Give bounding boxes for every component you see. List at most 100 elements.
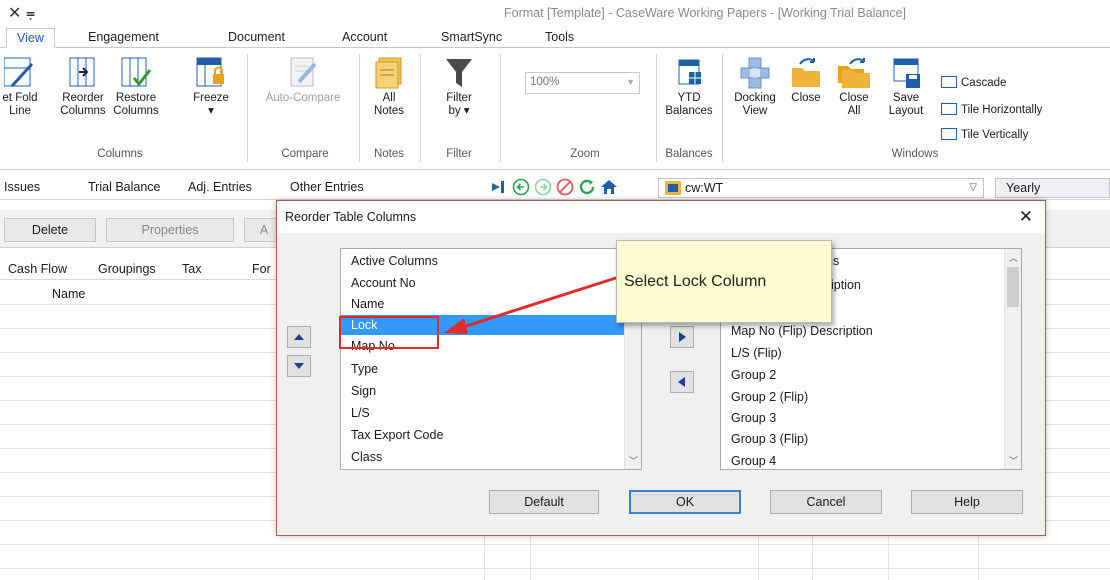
- nav-other-entries[interactable]: Other Entries: [290, 180, 364, 194]
- scrollbar[interactable]: ︿ ﹀: [1004, 249, 1021, 469]
- list-item[interactable]: Group 2: [721, 365, 1021, 385]
- move-down-button[interactable]: [287, 355, 311, 377]
- app-window: ✕ ⩦ Format [Template] - CaseWare Working…: [0, 0, 1110, 580]
- delete-button[interactable]: Delete: [4, 218, 96, 242]
- docking-view-icon: [740, 57, 770, 89]
- column-header-groupings[interactable]: Groupings: [98, 262, 156, 276]
- freeze-button[interactable]: Freeze ▾: [188, 56, 234, 118]
- jump-to-icon[interactable]: [490, 178, 508, 196]
- tab-account[interactable]: Account: [342, 28, 387, 48]
- tile-vertically-button[interactable]: Tile Vertically: [941, 128, 1028, 141]
- properties-button[interactable]: Properties: [106, 218, 234, 242]
- list-item[interactable]: Group 2 (Flip): [721, 387, 1021, 407]
- group-windows-label: Windows: [891, 148, 939, 160]
- ytd-balances-button[interactable]: YTD Balances: [662, 56, 716, 118]
- cascade-button[interactable]: Cascade: [941, 76, 1006, 89]
- chevron-up-icon[interactable]: ︿: [1005, 251, 1021, 264]
- tab-smartsync[interactable]: SmartSync: [441, 28, 502, 48]
- save-layout-button[interactable]: Save Layout: [884, 56, 928, 118]
- group-separator: [722, 54, 723, 162]
- restore-columns-icon: [121, 57, 152, 87]
- move-up-button[interactable]: [287, 326, 311, 348]
- title-bar: ✕ ⩦ Format [Template] - CaseWare Working…: [0, 0, 1110, 26]
- tab-view[interactable]: View: [6, 28, 55, 48]
- move-right-button[interactable]: [670, 326, 694, 348]
- stop-icon[interactable]: [556, 178, 574, 196]
- column-header-cash-flow[interactable]: Cash Flow: [8, 262, 67, 276]
- move-left-button[interactable]: [670, 371, 694, 393]
- list-item[interactable]: Sign: [341, 381, 641, 401]
- chevron-down-icon[interactable]: ﹀: [625, 454, 641, 467]
- list-item[interactable]: Group 4: [721, 451, 1021, 469]
- document-selector[interactable]: cw:WT ▽: [658, 178, 984, 198]
- close-all-button[interactable]: Close All: [832, 56, 876, 118]
- group-compare-label: Compare: [281, 148, 329, 160]
- group-balances-label: Balances: [665, 148, 713, 160]
- arrow-left-icon: [678, 377, 685, 387]
- list-item[interactable]: Tax Export Code: [341, 425, 641, 445]
- close-icon[interactable]: ✕: [1019, 207, 1033, 227]
- period-selector[interactable]: Yearly: [995, 178, 1110, 198]
- refresh-icon[interactable]: [578, 178, 596, 196]
- tab-document[interactable]: Document: [228, 28, 285, 48]
- group-notes-label: Notes: [373, 148, 405, 160]
- default-button[interactable]: Default: [489, 490, 599, 514]
- reorder-columns-button[interactable]: Reorder Columns: [60, 56, 106, 118]
- help-button[interactable]: Help: [911, 490, 1023, 514]
- cancel-button[interactable]: Cancel: [770, 490, 882, 514]
- tile-vertically-icon: [941, 128, 957, 140]
- restore-columns-button[interactable]: Restore Columns: [113, 56, 159, 118]
- back-arrow-icon[interactable]: [512, 178, 530, 196]
- tile-horizontally-label: Tile Horizontally: [961, 104, 1043, 116]
- set-fold-line-button[interactable]: et Fold Line: [0, 56, 40, 118]
- list-header-active-columns: Active Columns: [351, 254, 438, 268]
- nav-adj-entries[interactable]: Adj. Entries: [188, 180, 252, 194]
- group-separator: [656, 54, 657, 162]
- auto-compare-button[interactable]: Auto-Compare: [258, 56, 348, 105]
- list-item[interactable]: Map No (Flip) Description: [721, 321, 1021, 341]
- list-item[interactable]: Group 3: [721, 408, 1021, 428]
- list-item[interactable]: Type: [341, 359, 641, 379]
- list-item[interactable]: L/S: [341, 403, 641, 423]
- close-folder-icon: [792, 58, 820, 87]
- tile-horizontally-icon: [941, 103, 957, 115]
- navigation-bar: Issues Trial Balance Adj. Entries Other …: [0, 176, 1110, 200]
- all-notes-button[interactable]: All Notes: [366, 56, 412, 118]
- list-item[interactable]: Group 3 (Flip): [721, 429, 1021, 449]
- tile-horizontally-button[interactable]: Tile Horizontally: [941, 103, 1042, 116]
- grid-line: [0, 544, 1110, 545]
- ok-button[interactable]: OK: [629, 490, 741, 514]
- tab-tools[interactable]: Tools: [545, 28, 574, 48]
- docking-view-button[interactable]: Docking View: [730, 56, 780, 118]
- close-all-icon: [838, 58, 870, 88]
- group-separator: [247, 54, 248, 162]
- nav-trial-balance[interactable]: Trial Balance: [88, 180, 161, 194]
- freeze-dropdown-arrow[interactable]: ▾: [208, 105, 214, 117]
- chevron-down-icon[interactable]: ﹀: [1005, 454, 1021, 467]
- zoom-dropdown[interactable]: 100% ▼: [525, 72, 640, 94]
- forward-arrow-icon[interactable]: [534, 178, 552, 196]
- cascade-label: Cascade: [961, 77, 1007, 89]
- column-header-tax[interactable]: Tax: [182, 262, 201, 276]
- tab-engagement[interactable]: Engagement: [88, 28, 159, 48]
- close-all-label: Close All: [839, 92, 869, 117]
- document-selector-value: cw:WT: [685, 181, 724, 195]
- group-zoom-label: Zoom: [570, 148, 600, 160]
- reorder-columns-label: Reorder Columns: [60, 92, 106, 117]
- column-header-name[interactable]: Name: [52, 287, 85, 301]
- chevron-down-icon: ▼: [626, 77, 635, 87]
- close-button[interactable]: Close: [784, 56, 828, 105]
- freeze-label: Freeze: [193, 92, 229, 104]
- home-icon[interactable]: [600, 178, 618, 196]
- filter-by-button[interactable]: Filter by ▾: [428, 56, 490, 118]
- grid-line: [0, 568, 1110, 569]
- arrow-down-icon: [294, 363, 304, 369]
- list-item[interactable]: Class: [341, 447, 641, 467]
- column-header-for[interactable]: For: [252, 262, 271, 276]
- nav-issues[interactable]: Issues: [4, 180, 40, 194]
- list-item[interactable]: L/S (Flip): [721, 343, 1021, 363]
- scrollbar-thumb[interactable]: [1007, 267, 1019, 307]
- dialog-title: Reorder Table Columns: [277, 201, 1045, 233]
- filter-by-label: Filter by ▾: [446, 92, 472, 117]
- ribbon-tabs: View Engagement Document Account SmartSy…: [0, 26, 1110, 48]
